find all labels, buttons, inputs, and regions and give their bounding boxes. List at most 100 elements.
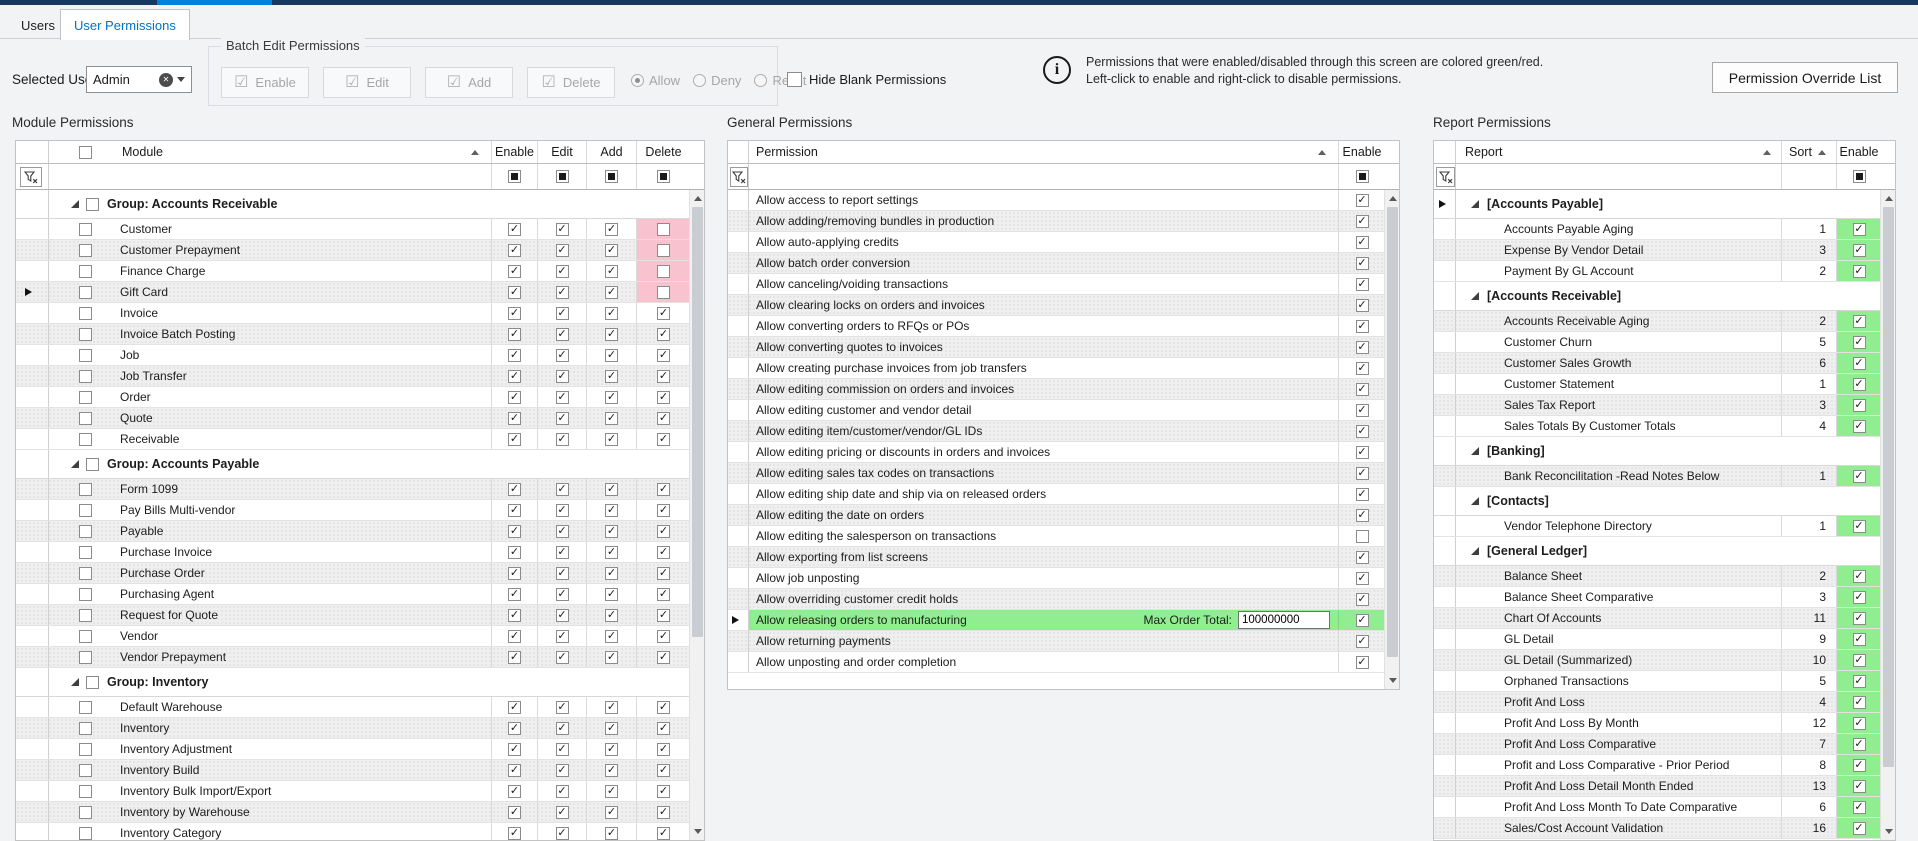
- module-grid-scrollbar[interactable]: [689, 190, 704, 840]
- checkbox-checked[interactable]: ✓: [508, 609, 521, 622]
- checkbox-unchecked[interactable]: [86, 676, 99, 689]
- checkbox-checked[interactable]: ✓: [657, 827, 670, 840]
- report-row[interactable]: Sales Totals By Customer Totals4✓: [1434, 416, 1895, 437]
- report-group-row[interactable]: [General Ledger]: [1434, 537, 1895, 566]
- checkbox-checked[interactable]: ✓: [605, 722, 618, 735]
- module-row[interactable]: Job✓✓✓✓: [16, 345, 704, 366]
- enable-cell[interactable]: ✓: [1836, 692, 1881, 712]
- permission-cell-enable[interactable]: ✓: [491, 760, 537, 780]
- permission-cell-add[interactable]: ✓: [586, 739, 636, 759]
- module-row[interactable]: Inventory Adjustment✓✓✓✓: [16, 739, 704, 760]
- permission-cell-delete[interactable]: ✓: [636, 408, 690, 428]
- checkbox-checked[interactable]: ✓: [508, 370, 521, 383]
- tab-user-permissions[interactable]: User Permissions: [60, 9, 190, 40]
- permission-cell-delete[interactable]: ✓: [636, 500, 690, 520]
- tab-users[interactable]: Users: [8, 11, 68, 40]
- general-permission-row[interactable]: Allow batch order conversion✓: [728, 253, 1399, 274]
- sort-asc-icon[interactable]: [1763, 150, 1771, 155]
- select-all-checkbox[interactable]: [556, 170, 569, 183]
- checkbox-checked[interactable]: ✓: [508, 588, 521, 601]
- dropdown-arrow-icon[interactable]: [177, 77, 185, 82]
- module-group-row[interactable]: Group: Accounts Receivable: [16, 190, 704, 219]
- checkbox-checked[interactable]: ✓: [657, 307, 670, 320]
- checkbox-checked[interactable]: ✓: [605, 806, 618, 819]
- module-row[interactable]: Default Warehouse✓✓✓✓: [16, 697, 704, 718]
- checkbox-checked[interactable]: ✓: [508, 328, 521, 341]
- column-header-edit[interactable]: Edit: [537, 141, 586, 163]
- permission-cell-add[interactable]: ✓: [586, 366, 636, 386]
- permission-cell-delete[interactable]: ✓: [636, 563, 690, 583]
- checkbox-checked[interactable]: ✓: [1356, 362, 1369, 375]
- checkbox-checked[interactable]: ✓: [556, 525, 569, 538]
- permission-cell-add[interactable]: ✓: [586, 823, 636, 841]
- scroll-down-icon[interactable]: [690, 824, 705, 839]
- report-row[interactable]: Customer Statement1✓: [1434, 374, 1895, 395]
- enable-cell[interactable]: ✓: [1338, 442, 1385, 462]
- permission-cell-edit[interactable]: ✓: [537, 261, 586, 281]
- checkbox-unchecked[interactable]: [79, 525, 92, 538]
- module-row[interactable]: Quote✓✓✓✓: [16, 408, 704, 429]
- module-row[interactable]: Order✓✓✓✓: [16, 387, 704, 408]
- permission-cell-add[interactable]: ✓: [586, 261, 636, 281]
- checkbox-checked[interactable]: ✓: [1853, 717, 1866, 730]
- enable-cell[interactable]: ✓: [1836, 713, 1881, 733]
- checkbox-checked[interactable]: ✓: [556, 630, 569, 643]
- radio-circle-icon[interactable]: [754, 74, 767, 87]
- enable-cell[interactable]: ✓: [1836, 818, 1881, 838]
- checkbox-checked[interactable]: ✓: [508, 307, 521, 320]
- checkbox-checked[interactable]: ✓: [556, 433, 569, 446]
- permission-cell-add[interactable]: ✓: [586, 584, 636, 604]
- enable-cell[interactable]: ✓: [1338, 463, 1385, 483]
- permission-cell-add[interactable]: ✓: [586, 387, 636, 407]
- permission-cell-edit[interactable]: ✓: [537, 584, 586, 604]
- checkbox-checked[interactable]: ✓: [657, 701, 670, 714]
- hide-blank-permissions[interactable]: Hide Blank Permissions: [787, 72, 946, 87]
- filter-funnel-icon[interactable]: [20, 167, 42, 187]
- checkbox-checked[interactable]: ✓: [556, 244, 569, 257]
- permission-cell-edit[interactable]: ✓: [537, 718, 586, 738]
- enable-cell[interactable]: ✓: [1836, 755, 1881, 775]
- radio-allow[interactable]: Allow: [631, 73, 680, 88]
- module-group-row[interactable]: Group: Inventory: [16, 668, 704, 697]
- checkbox-checked[interactable]: ✓: [556, 391, 569, 404]
- checkbox-checked[interactable]: ✓: [605, 328, 618, 341]
- checkbox-checked[interactable]: ✓: [1853, 759, 1866, 772]
- enable-cell[interactable]: ✓: [1338, 505, 1385, 525]
- checkbox-checked[interactable]: ✓: [556, 265, 569, 278]
- checkbox-unchecked[interactable]: [657, 223, 670, 236]
- report-row[interactable]: Profit And Loss By Month12✓: [1434, 713, 1895, 734]
- permission-cell-delete[interactable]: [636, 282, 690, 302]
- permission-cell-add[interactable]: ✓: [586, 542, 636, 562]
- checkbox-unchecked[interactable]: [79, 433, 92, 446]
- checkbox-unchecked[interactable]: [79, 722, 92, 735]
- checkbox-checked[interactable]: ✓: [1853, 520, 1866, 533]
- sort-asc-icon[interactable]: [1818, 150, 1826, 155]
- permission-cell-delete[interactable]: ✓: [636, 584, 690, 604]
- permission-cell-edit[interactable]: ✓: [537, 479, 586, 499]
- permission-cell-enable[interactable]: ✓: [491, 240, 537, 260]
- module-row[interactable]: Invoice✓✓✓✓: [16, 303, 704, 324]
- checkbox-checked[interactable]: ✓: [657, 588, 670, 601]
- report-row[interactable]: Profit And Loss4✓: [1434, 692, 1895, 713]
- checkbox-checked[interactable]: ✓: [556, 567, 569, 580]
- group-expander-icon[interactable]: [71, 678, 79, 686]
- report-row[interactable]: Balance Sheet Comparative3✓: [1434, 587, 1895, 608]
- checkbox-checked[interactable]: ✓: [1356, 614, 1369, 627]
- permission-cell-delete[interactable]: ✓: [636, 303, 690, 323]
- sort-asc-icon[interactable]: [471, 150, 479, 155]
- permission-cell-delete[interactable]: [636, 219, 690, 239]
- permission-cell-edit[interactable]: ✓: [537, 542, 586, 562]
- general-permission-row[interactable]: Allow clearing locks on orders and invoi…: [728, 295, 1399, 316]
- checkbox-unchecked[interactable]: [79, 349, 92, 362]
- permission-cell-add[interactable]: ✓: [586, 324, 636, 344]
- permission-cell-delete[interactable]: ✓: [636, 429, 690, 449]
- permission-cell-delete[interactable]: ✓: [636, 823, 690, 841]
- permission-cell-delete[interactable]: ✓: [636, 760, 690, 780]
- column-header-enable[interactable]: Enable: [491, 141, 537, 163]
- permission-cell-add[interactable]: ✓: [586, 605, 636, 625]
- scrollbar-thumb[interactable]: [1387, 207, 1398, 657]
- permission-cell-edit[interactable]: ✓: [537, 303, 586, 323]
- checkbox-checked[interactable]: ✓: [1853, 265, 1866, 278]
- permission-cell-enable[interactable]: ✓: [491, 739, 537, 759]
- batch-add-button[interactable]: ☑Add: [425, 67, 513, 98]
